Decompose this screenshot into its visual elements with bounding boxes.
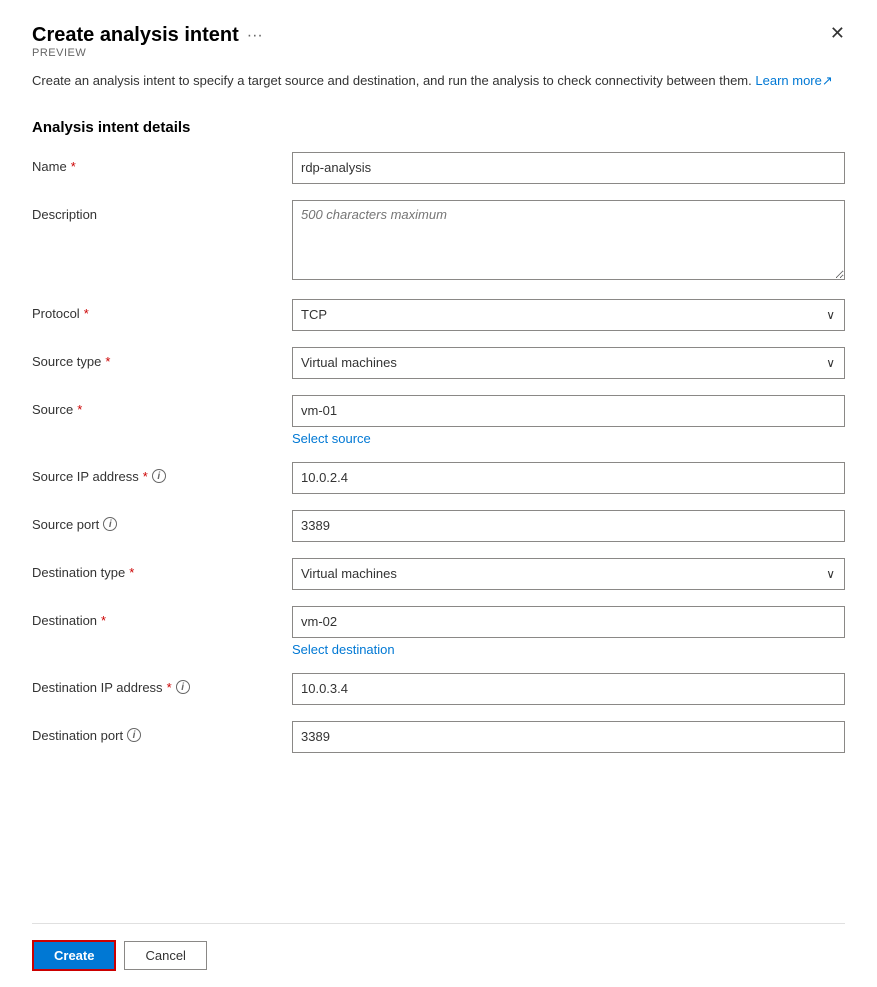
source-ip-required: * bbox=[143, 469, 148, 484]
destination-ip-row: Destination IP address * i bbox=[32, 673, 845, 705]
name-required: * bbox=[71, 159, 76, 174]
title-row: Create analysis intent ··· bbox=[32, 24, 263, 47]
destination-ip-label: Destination IP address * i bbox=[32, 673, 292, 695]
destination-type-select[interactable]: Virtual machines IP address bbox=[292, 558, 845, 590]
source-type-label: Source type * bbox=[32, 347, 292, 369]
destination-type-label: Destination type * bbox=[32, 558, 292, 580]
source-ip-row: Source IP address * i bbox=[32, 462, 845, 494]
destination-type-select-wrap: Virtual machines IP address ∨ bbox=[292, 558, 845, 590]
protocol-label: Protocol * bbox=[32, 299, 292, 321]
source-port-info-icon[interactable]: i bbox=[103, 517, 117, 531]
destination-port-control bbox=[292, 721, 845, 753]
destination-row: Destination * Select destination bbox=[32, 606, 845, 657]
description-control bbox=[292, 200, 845, 283]
cancel-button[interactable]: Cancel bbox=[124, 941, 206, 970]
source-label: Source * bbox=[32, 395, 292, 417]
section-title: Analysis intent details bbox=[32, 119, 845, 136]
destination-port-input[interactable] bbox=[292, 721, 845, 753]
destination-ip-input[interactable] bbox=[292, 673, 845, 705]
destination-ip-required: * bbox=[167, 680, 172, 695]
protocol-row: Protocol * TCP UDP Any ∨ bbox=[32, 299, 845, 331]
source-control: Select source bbox=[292, 395, 845, 446]
select-destination-link[interactable]: Select destination bbox=[292, 642, 845, 657]
source-type-select[interactable]: Virtual machines IP address bbox=[292, 347, 845, 379]
panel-title: Create analysis intent bbox=[32, 24, 239, 47]
protocol-required: * bbox=[84, 306, 89, 321]
source-type-required: * bbox=[105, 354, 110, 369]
source-input[interactable] bbox=[292, 395, 845, 427]
name-label: Name * bbox=[32, 152, 292, 174]
panel-description: Create an analysis intent to specify a t… bbox=[32, 71, 845, 91]
protocol-select[interactable]: TCP UDP Any bbox=[292, 299, 845, 331]
description-label: Description bbox=[32, 200, 292, 222]
source-type-row: Source type * Virtual machines IP addres… bbox=[32, 347, 845, 379]
destination-type-row: Destination type * Virtual machines IP a… bbox=[32, 558, 845, 590]
destination-port-row: Destination port i bbox=[32, 721, 845, 753]
name-control bbox=[292, 152, 845, 184]
destination-ip-info-icon[interactable]: i bbox=[176, 680, 190, 694]
destination-input[interactable] bbox=[292, 606, 845, 638]
more-options-icon[interactable]: ··· bbox=[247, 27, 263, 45]
close-button[interactable]: ✕ bbox=[830, 23, 845, 44]
destination-type-control: Virtual machines IP address ∨ bbox=[292, 558, 845, 590]
source-required: * bbox=[77, 402, 82, 417]
protocol-select-wrap: TCP UDP Any ∨ bbox=[292, 299, 845, 331]
source-port-row: Source port i bbox=[32, 510, 845, 542]
source-ip-input[interactable] bbox=[292, 462, 845, 494]
source-type-control: Virtual machines IP address ∨ bbox=[292, 347, 845, 379]
destination-control: Select destination bbox=[292, 606, 845, 657]
source-port-label: Source port i bbox=[32, 510, 292, 532]
description-textarea[interactable] bbox=[292, 200, 845, 280]
panel-header: Create analysis intent ··· ✕ bbox=[32, 24, 845, 47]
source-port-control bbox=[292, 510, 845, 542]
form-content: Analysis intent details Name * Descripti… bbox=[32, 95, 845, 904]
footer-bar: Create Cancel bbox=[32, 923, 845, 987]
destination-ip-control bbox=[292, 673, 845, 705]
description-row: Description bbox=[32, 200, 845, 283]
destination-label: Destination * bbox=[32, 606, 292, 628]
name-input[interactable] bbox=[292, 152, 845, 184]
protocol-control: TCP UDP Any ∨ bbox=[292, 299, 845, 331]
destination-port-info-icon[interactable]: i bbox=[127, 728, 141, 742]
learn-more-link[interactable]: Learn more↗ bbox=[755, 73, 832, 88]
preview-badge: PREVIEW bbox=[32, 47, 845, 59]
source-row: Source * Select source bbox=[32, 395, 845, 446]
source-ip-info-icon[interactable]: i bbox=[152, 469, 166, 483]
destination-required: * bbox=[101, 613, 106, 628]
create-analysis-panel: Create analysis intent ··· ✕ PREVIEW Cre… bbox=[0, 0, 877, 987]
select-source-link[interactable]: Select source bbox=[292, 431, 845, 446]
create-button[interactable]: Create bbox=[32, 940, 116, 971]
source-port-input[interactable] bbox=[292, 510, 845, 542]
source-ip-label: Source IP address * i bbox=[32, 462, 292, 484]
name-row: Name * bbox=[32, 152, 845, 184]
destination-port-label: Destination port i bbox=[32, 721, 292, 743]
source-type-select-wrap: Virtual machines IP address ∨ bbox=[292, 347, 845, 379]
source-ip-control bbox=[292, 462, 845, 494]
destination-type-required: * bbox=[129, 565, 134, 580]
